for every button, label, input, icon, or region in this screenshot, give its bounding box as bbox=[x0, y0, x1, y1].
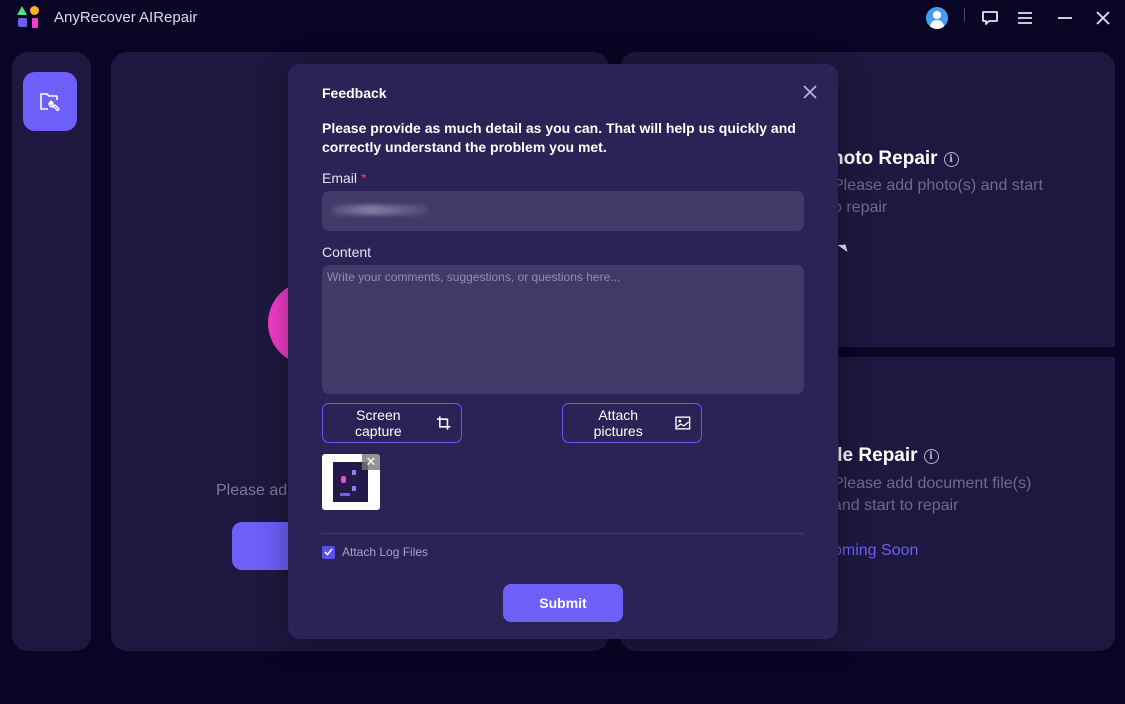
attach-pictures-label: Attach pictures bbox=[593, 407, 643, 439]
email-label-text: Email bbox=[322, 170, 358, 186]
remove-attachment-button[interactable]: ✕ bbox=[362, 454, 380, 470]
email-value-blurred bbox=[332, 205, 428, 215]
dialog-intro: Please provide as much detail as you can… bbox=[322, 120, 796, 155]
email-label: Email * bbox=[322, 170, 366, 186]
feedback-icon bbox=[982, 11, 998, 25]
close-icon bbox=[1096, 11, 1110, 25]
mouse-cursor-icon bbox=[837, 241, 851, 252]
video-repair-description: Please ad bbox=[216, 482, 288, 499]
checkbox-checked-icon[interactable] bbox=[322, 545, 335, 559]
content-label: Content bbox=[322, 244, 372, 260]
info-icon[interactable]: i bbox=[923, 448, 939, 464]
file-repair-description: Please add document file(s) and start to… bbox=[833, 473, 1093, 517]
minimize-button[interactable] bbox=[1051, 4, 1079, 32]
file-repair-desc-line-1: Please add document file(s) bbox=[833, 475, 1032, 492]
file-repair-title-text: ile Repair bbox=[832, 445, 918, 466]
content-textarea[interactable] bbox=[322, 265, 804, 394]
file-repair-title: ile Repair i bbox=[832, 445, 939, 467]
attach-log-files-checkbox[interactable]: Attach Log Files bbox=[322, 545, 428, 559]
feedback-button[interactable] bbox=[976, 4, 1004, 32]
feedback-dialog: Feedback Please provide as much detail a… bbox=[288, 64, 838, 639]
divider bbox=[322, 533, 804, 534]
sidebar-item-file-repair[interactable] bbox=[23, 72, 77, 131]
photo-repair-desc-line-1: Please add photo(s) and start bbox=[833, 177, 1043, 194]
submit-button[interactable]: Submit bbox=[503, 584, 623, 622]
screenshot-thumbnail[interactable]: ✕ bbox=[322, 454, 380, 510]
dialog-title: Feedback bbox=[322, 85, 387, 101]
close-window-button[interactable] bbox=[1089, 4, 1117, 32]
titlebar-divider bbox=[964, 8, 965, 22]
app-logo-icon bbox=[17, 6, 41, 30]
attach-pictures-button[interactable]: Attach pictures bbox=[562, 403, 702, 443]
minimize-icon bbox=[1058, 17, 1072, 19]
photo-repair-desc-line-2: o repair bbox=[833, 199, 888, 216]
photo-repair-title-text: hoto Repair bbox=[832, 148, 938, 169]
attach-log-files-label: Attach Log Files bbox=[342, 545, 429, 559]
photo-repair-title: hoto Repair i bbox=[832, 148, 959, 170]
photo-repair-description: Please add photo(s) and start o repair bbox=[833, 175, 1093, 219]
screen-capture-button[interactable]: Screen capture bbox=[322, 403, 462, 443]
sidebar bbox=[12, 52, 91, 651]
app-title: AnyRecover AIRepair bbox=[54, 9, 198, 26]
image-icon bbox=[675, 416, 691, 430]
menu-button[interactable] bbox=[1011, 4, 1039, 32]
email-field[interactable] bbox=[322, 191, 804, 231]
required-mark: * bbox=[361, 170, 367, 186]
folder-wrench-icon bbox=[40, 92, 60, 111]
close-icon bbox=[803, 85, 817, 99]
menu-icon bbox=[1018, 12, 1032, 24]
close-dialog-button[interactable] bbox=[800, 82, 820, 102]
crop-icon bbox=[436, 416, 451, 430]
title-bar: AnyRecover AIRepair bbox=[0, 0, 1125, 36]
user-avatar-button[interactable] bbox=[923, 4, 951, 32]
user-avatar-icon bbox=[926, 7, 948, 29]
screen-capture-label: Screen capture bbox=[355, 407, 402, 439]
file-repair-desc-line-2: and start to repair bbox=[833, 497, 959, 514]
coming-soon-label: oming Soon bbox=[833, 542, 919, 559]
info-icon[interactable]: i bbox=[943, 151, 959, 167]
